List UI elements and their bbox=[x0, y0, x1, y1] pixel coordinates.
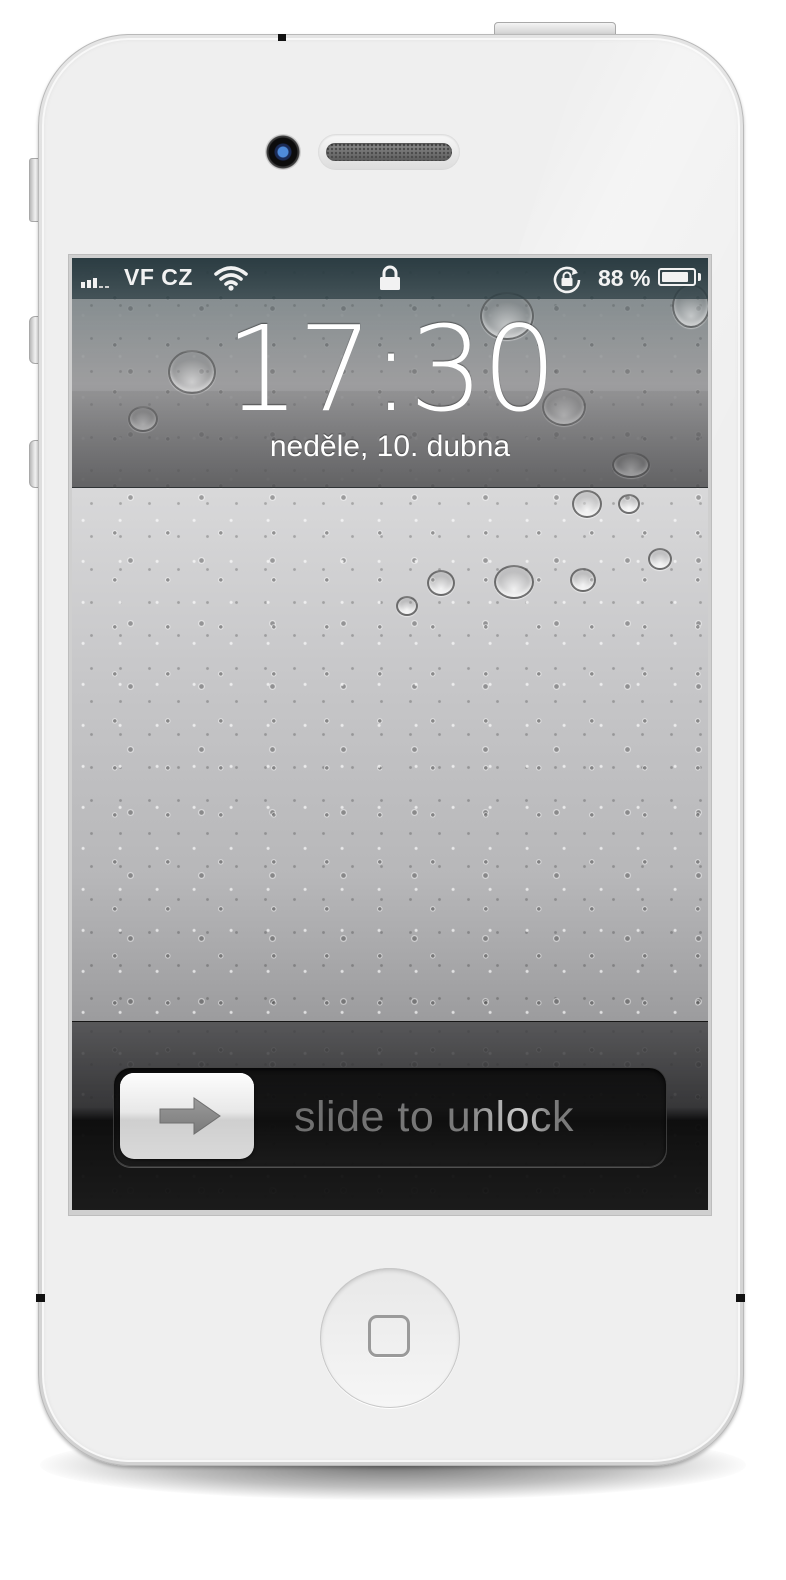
unlock-slider-track[interactable]: slide to unlock bbox=[113, 1067, 667, 1167]
status-bar: VF CZ 88 % bbox=[72, 258, 708, 299]
lock-screen-date: neděle, 10. dubna bbox=[269, 430, 511, 463]
lock-icon bbox=[380, 265, 400, 290]
unlock-slider-knob[interactable] bbox=[120, 1073, 254, 1159]
water-drop bbox=[570, 568, 596, 592]
signal-icon bbox=[81, 272, 109, 288]
antenna-band-mark bbox=[36, 1294, 45, 1302]
water-drop bbox=[396, 596, 418, 616]
arrow-right-icon bbox=[159, 1097, 221, 1135]
water-drop bbox=[618, 494, 640, 514]
home-square-icon bbox=[368, 1315, 410, 1357]
water-drop bbox=[494, 565, 534, 599]
battery-tip bbox=[698, 273, 701, 281]
speaker-grill bbox=[326, 143, 452, 161]
home-button[interactable] bbox=[320, 1268, 460, 1408]
water-drop bbox=[572, 490, 602, 518]
antenna-band-mark bbox=[736, 1294, 745, 1302]
battery-level-fill bbox=[662, 272, 688, 282]
battery-percentage: 88 % bbox=[598, 265, 651, 291]
water-drop bbox=[427, 570, 455, 596]
water-drop bbox=[648, 548, 672, 570]
carrier-name: VF CZ bbox=[124, 264, 193, 290]
front-camera-icon bbox=[265, 134, 301, 170]
slide-to-unlock-label: slide to unlock bbox=[294, 1068, 574, 1166]
earpiece-speaker bbox=[318, 134, 460, 170]
lock-screen-time: 17:30 bbox=[224, 300, 557, 438]
lock-screen: VF CZ 88 % 17:30 neděle, 10. dubna slide… bbox=[72, 258, 708, 1210]
rotation-lock-icon bbox=[553, 266, 581, 294]
unlock-bar: slide to unlock bbox=[72, 1021, 708, 1210]
antenna-band-mark bbox=[278, 34, 286, 41]
wifi-icon bbox=[214, 266, 248, 291]
battery-icon bbox=[658, 268, 696, 286]
